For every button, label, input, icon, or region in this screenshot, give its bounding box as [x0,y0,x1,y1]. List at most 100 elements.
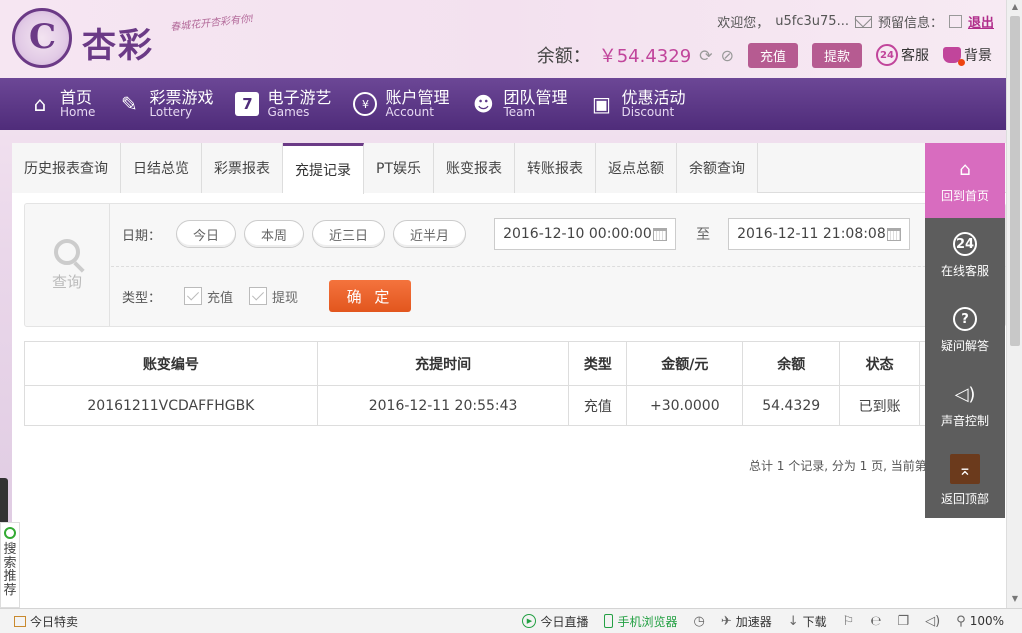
col-header: 类型 [568,341,628,386]
ie-button[interactable]: ℮ [862,614,889,629]
mobile-browser-link[interactable]: 手机浏览器 [596,613,685,630]
side-label: 在线客服 [940,264,989,278]
scroll-down-icon[interactable]: ▼ [1010,594,1020,604]
nav-games[interactable]: 7 电子游艺 Games [225,78,341,130]
date-row: 日期： 今日 本周 近三日 近半月 2016-12-10 00:00:00 至 … [122,218,911,250]
tab-lottery-report[interactable]: 彩票报表 [202,143,283,193]
edit-icon[interactable] [948,15,962,28]
ticket-icon: ✎ [121,92,138,116]
type-withdraw-checkbox[interactable]: 提现 [249,287,298,306]
sound-control-button[interactable]: ◁) 声音控制 [925,368,1005,443]
team-icon: ☻ [473,92,494,116]
nav-lottery[interactable]: ✎ 彩票游戏 Lottery [107,78,223,130]
side-label: 回到首页 [940,189,989,203]
welcome-label: 欢迎您， [717,16,770,31]
logo-icon[interactable] [12,8,72,68]
username: u5fc3u75... [775,14,849,29]
flag-button[interactable]: ⚐ [835,614,863,629]
mobile-label: 手机浏览器 [617,614,678,629]
tab-transfer-report[interactable]: 转账报表 [515,143,596,193]
calendar-icon[interactable] [887,227,902,241]
browser-statusbar: 今日特卖 ▶ 今日直播 手机浏览器 ◷ ✈ 加速器 ↓ 下载 ⚐ ℮ ❐ ◁) … [0,608,1022,633]
search-recommend-panel[interactable]: 搜 索 推 荐 [0,522,20,608]
divider [111,266,1006,267]
rocket-icon: ✈ [720,613,732,629]
nav-sub: Home [60,105,96,120]
tab-balance-query[interactable]: 余额查询 [677,143,758,193]
nav-account[interactable]: ¥ 账户管理 Account [343,78,459,130]
type-deposit-checkbox[interactable]: 充值 [184,287,233,306]
nav-discount[interactable]: ▣ 优惠活动 Discount [580,78,696,130]
this-week-button[interactable]: 本周 [244,220,305,248]
window-button[interactable]: ❐ [889,614,917,629]
calendar-icon[interactable] [653,227,668,241]
nav-label: 账户管理 [385,87,450,107]
tab-history-report[interactable]: 历史报表查询 [12,143,121,193]
cell-status: 已到账 [839,385,921,426]
history-button[interactable]: ◷ [685,614,712,629]
last-half-month-button[interactable]: 近半月 [393,220,467,248]
refresh-icon[interactable]: ⟳ [699,46,712,65]
nav-sub: Team [503,105,536,120]
end-date-field[interactable]: 2016-12-11 21:08:08 [728,218,911,250]
scroll-thumb[interactable] [1010,16,1020,346]
service-link[interactable]: 24 客服 [876,44,929,66]
balance-label: 余额： [536,46,591,67]
mail-icon[interactable] [854,15,872,28]
balance-value: ￥54.4329 [598,46,692,67]
online-service-button[interactable]: 24 在线客服 [925,218,1005,293]
header: 杏彩 春城花开杏彩有你! 欢迎您， u5fc3u75... 预留信息： 退出 余… [0,0,1006,78]
floating-toolbar: ⌂ 回到首页 24 在线客服 ? 疑问解答 ◁) 声音控制 ⌅ 返回顶部 [925,143,1005,518]
checkbox-label: 提现 [272,290,299,306]
accelerator-link[interactable]: ✈ 加速器 [713,613,780,630]
tab-account-change-report[interactable]: 账变报表 [434,143,515,193]
daily-sale-link[interactable]: 今日特卖 [6,613,86,630]
scroll-up-icon[interactable]: ▲ [1010,2,1020,12]
search-rec-char: 索 [3,555,17,571]
faq-button[interactable]: ? 疑问解答 [925,293,1005,368]
nav-team[interactable]: ☻ 团队管理 Team [461,78,577,130]
checkbox-icon[interactable] [184,287,202,305]
col-header: 金额/元 [626,341,744,386]
end-date-value: 2016-12-11 21:08:08 [737,226,886,242]
welcome-bar: 欢迎您， u5fc3u75... 预留信息： 退出 [717,12,994,31]
flag-icon: ⚐ [842,613,855,629]
query-form: 查询 日期： 今日 本周 近三日 近半月 2016-12-10 00:00:00… [24,203,1006,327]
checkbox-icon[interactable] [249,287,268,305]
start-date-field[interactable]: 2016-12-10 00:00:00 [494,218,677,250]
start-date-value: 2016-12-10 00:00:00 [503,226,652,242]
volume-button[interactable]: ◁) [917,614,948,629]
nav-home[interactable]: ⌂ 首页 Home [18,78,105,130]
withdraw-button[interactable]: 提款 [811,42,862,68]
search-rec-char: 推 [3,569,17,585]
col-header: 充提时间 [316,341,570,386]
live-link[interactable]: ▶ 今日直播 [514,613,596,630]
confirm-button[interactable]: 确 定 [329,280,412,312]
logout-link[interactable]: 退出 [968,12,994,31]
tab-deposit-withdraw-records[interactable]: 充提记录 [283,143,364,194]
today-button[interactable]: 今日 [176,220,237,248]
last-3-days-button[interactable]: 近三日 [312,220,386,248]
slot-seven-icon: 7 [235,92,260,116]
zoom-label: 100% [969,614,1004,628]
col-header: 状态 [839,341,921,386]
tab-pt-entertainment[interactable]: PT娱乐 [364,143,434,193]
hide-balance-icon[interactable]: ⊘ [721,46,734,65]
query-label: 查询 [51,272,82,291]
background-label: 背景 [964,48,992,64]
recharge-button[interactable]: 充值 [747,42,798,68]
pagination-info: 总计 1 个记录, 分为 1 页, 当前第 1 页 [748,459,954,473]
tab-daily-overview[interactable]: 日结总览 [121,143,202,193]
logo-text[interactable]: 杏彩 [82,18,154,67]
back-to-top-button[interactable]: ⌅ 返回顶部 [925,443,1005,518]
back-home-button[interactable]: ⌂ 回到首页 [925,143,1005,218]
nav-label: 电子游艺 [267,87,332,107]
download-link[interactable]: ↓ 下载 [780,613,835,630]
yen-coin-icon: ¥ [353,92,378,116]
background-link[interactable]: 背景 [943,45,992,66]
vertical-scrollbar[interactable]: ▲ ▼ [1006,0,1022,608]
clock-icon: ◷ [693,613,705,629]
zoom-control[interactable]: ⚲ 100% [948,614,1012,629]
tab-rebate-total[interactable]: 返点总额 [596,143,677,193]
window-icon: ❐ [897,613,910,629]
